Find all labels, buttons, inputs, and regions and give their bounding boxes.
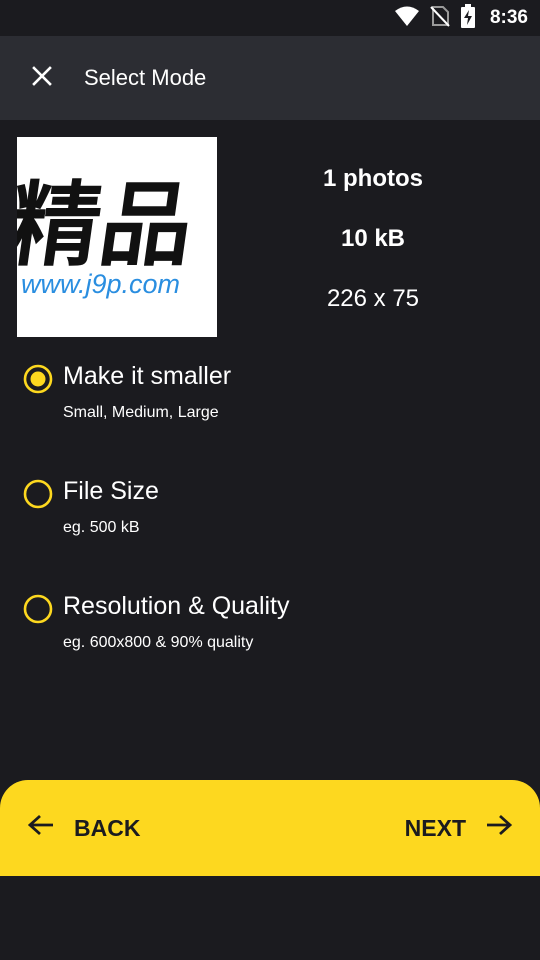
arrow-right-icon bbox=[466, 814, 513, 842]
back-label: BACK bbox=[74, 814, 141, 841]
photo-info: 1 photos 10 kB 226 x 75 bbox=[226, 137, 520, 337]
radio-unselected-icon[interactable] bbox=[23, 479, 53, 509]
radio-unselected-icon[interactable] bbox=[23, 594, 53, 624]
option-resolution-quality[interactable]: Resolution & Quality eg. 600x800 & 90% q… bbox=[0, 592, 540, 674]
page-title: Select Mode bbox=[84, 65, 207, 90]
wifi-icon bbox=[394, 5, 420, 32]
status-time: 8:36 bbox=[489, 7, 528, 28]
image-dimensions: 226 x 75 bbox=[326, 285, 420, 312]
option-subtitle: eg. 500 kB bbox=[63, 519, 140, 536]
status-bar: 8:36 bbox=[0, 0, 540, 36]
close-icon bbox=[32, 65, 52, 91]
option-title: Make it smaller bbox=[63, 362, 232, 390]
thumbnail-image: 精品 www.j9p.com bbox=[17, 137, 217, 337]
screen: 8:36 Select Mode 精品 www.j9p.com 1 photos… bbox=[0, 0, 540, 960]
option-file-size[interactable]: File Size eg. 500 kB bbox=[0, 477, 540, 559]
thumbnail-url-text: www.j9p.com bbox=[21, 269, 180, 299]
arrow-left-icon bbox=[27, 814, 74, 842]
radio-selected-icon[interactable] bbox=[23, 364, 53, 394]
thumbnail-logo-text: 精品 bbox=[17, 171, 200, 278]
option-title: File Size bbox=[63, 477, 159, 505]
battery-charging-icon bbox=[460, 3, 476, 33]
option-title: Resolution & Quality bbox=[63, 592, 290, 620]
file-size: 10 kB bbox=[340, 225, 406, 252]
app-bar: Select Mode bbox=[0, 36, 540, 120]
back-button[interactable]: BACK bbox=[27, 780, 141, 876]
photo-count: 1 photos bbox=[323, 165, 423, 192]
no-sim-icon bbox=[430, 5, 450, 32]
option-subtitle: Small, Medium, Large bbox=[63, 404, 219, 421]
next-label: NEXT bbox=[404, 814, 466, 841]
option-subtitle: eg. 600x800 & 90% quality bbox=[63, 634, 254, 651]
bottom-navigation-bar: BACK NEXT bbox=[0, 780, 540, 876]
close-button[interactable] bbox=[20, 56, 64, 100]
option-make-it-smaller[interactable]: Make it smaller Small, Medium, Large bbox=[0, 362, 540, 444]
photo-thumbnail[interactable]: 精品 www.j9p.com bbox=[17, 137, 217, 337]
next-button[interactable]: NEXT bbox=[404, 780, 513, 876]
status-icons: 8:36 bbox=[394, 0, 528, 36]
